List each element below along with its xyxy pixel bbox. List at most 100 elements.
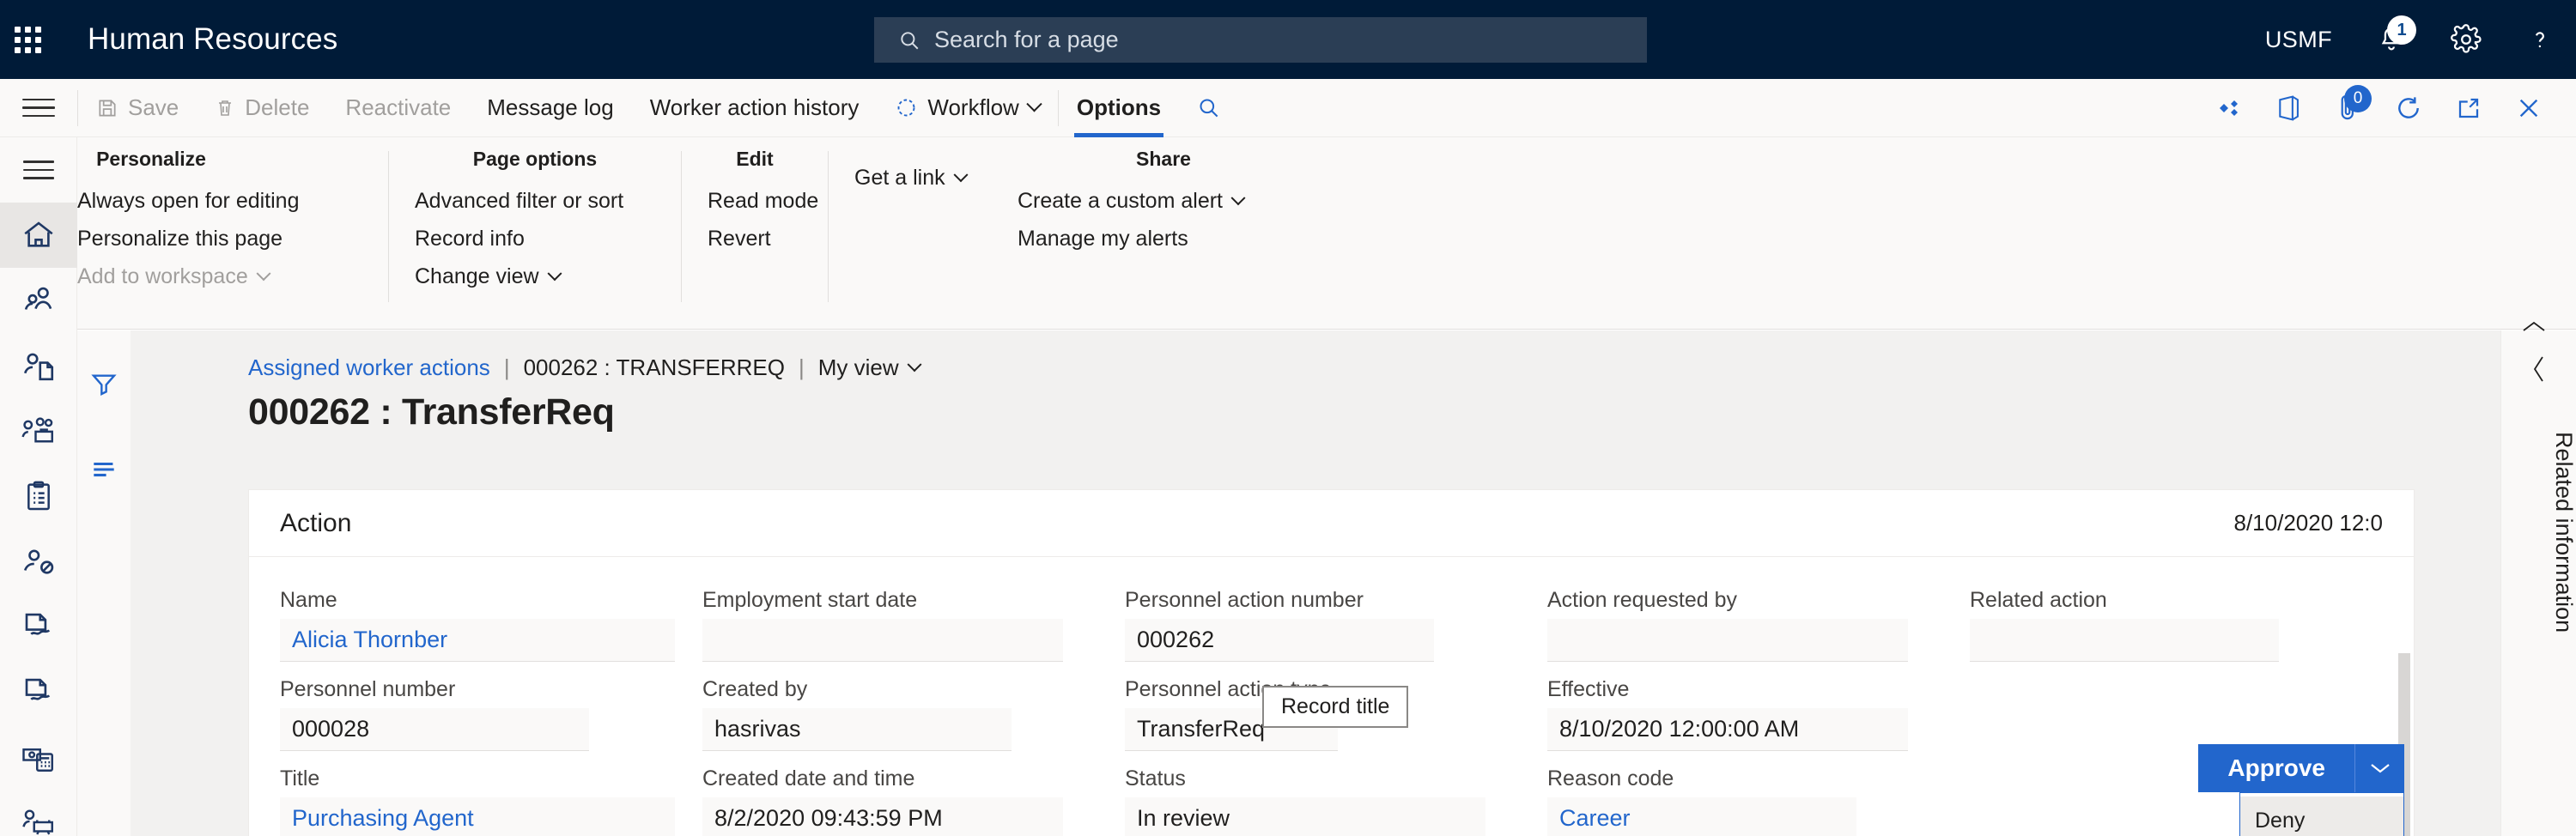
field-label: Personnel number [280, 677, 456, 701]
global-search-box[interactable]: Search for a page [874, 17, 1647, 63]
open-in-new-window-button[interactable] [2442, 82, 2495, 135]
workflow-menu-button[interactable]: Workflow [877, 79, 1057, 137]
help-button[interactable] [2504, 0, 2576, 79]
field-value-employment-start-date[interactable] [702, 619, 1063, 662]
person-blocked-icon [23, 549, 54, 574]
view-selector[interactable]: My view [817, 354, 922, 381]
attachments-button[interactable]: 0 [2322, 82, 2375, 135]
sidebar-item-benefits[interactable] [0, 594, 77, 659]
expand-related-information-button[interactable] [2501, 330, 2576, 408]
sidebar-item-teams[interactable] [0, 398, 77, 463]
view-selector-label: My view [817, 354, 899, 380]
sidebar-item-home[interactable] [0, 203, 77, 268]
hamburger-menu-icon [22, 93, 55, 124]
document-compensation-icon [25, 678, 51, 700]
command-bar: Save Delete Reactivate Message log Worke… [0, 79, 2576, 137]
add-to-workspace-item[interactable]: Add to workspace [77, 260, 271, 294]
field-value-personnel-number[interactable]: 000028 [280, 708, 589, 751]
field-value-effective[interactable]: 8/10/2020 12:00:00 AM [1547, 708, 1908, 751]
collapse-ribbon-button[interactable] [2521, 319, 2547, 339]
field-value-reason-code[interactable]: Career [1547, 797, 1856, 836]
company-selector[interactable]: USMF [2243, 0, 2354, 79]
personalize-this-page-item[interactable]: Personalize this page [77, 222, 283, 256]
filter-button[interactable] [77, 353, 131, 415]
settings-button[interactable] [2428, 0, 2504, 79]
reactivate-label: Reactivate [345, 94, 452, 120]
list-view-button[interactable] [77, 439, 131, 500]
sidebar-item-training[interactable] [0, 790, 77, 836]
field-value-title[interactable]: Purchasing Agent [280, 797, 675, 836]
save-label: Save [128, 94, 179, 120]
advanced-filter-or-sort-item[interactable]: Advanced filter or sort [415, 185, 681, 218]
approve-split-button: Approve [2198, 744, 2404, 792]
ribbon-group-items: Get a link [829, 161, 992, 195]
record-info-item[interactable]: Record info [415, 222, 681, 256]
close-button[interactable] [2502, 82, 2555, 135]
change-view-item[interactable]: Change view [415, 260, 681, 294]
action-card-header: Action 8/10/2020 12:0 [249, 490, 2414, 557]
message-log-button[interactable]: Message log [469, 79, 631, 137]
sidebar-item-tasks[interactable] [0, 463, 77, 529]
record-title-tooltip: Record title [1262, 686, 1409, 728]
chevron-up-icon [2523, 321, 2545, 331]
sidebar-item-compensation[interactable] [0, 659, 77, 724]
worker-action-history-button[interactable]: Worker action history [632, 79, 878, 137]
action-card-date: 8/10/2020 12:0 [2233, 510, 2384, 536]
page-content: Assigned worker actions | 000262 : TRANS… [77, 330, 2500, 836]
ribbon-item-label: Record info [415, 227, 525, 251]
sidebar-item-person-blocked[interactable] [0, 529, 77, 594]
breadcrumb: Assigned worker actions | 000262 : TRANS… [131, 330, 2500, 381]
field-value-related-action[interactable] [1970, 619, 2279, 662]
menu-item-deny[interactable]: Deny [2240, 797, 2403, 836]
ribbon-group-title: Personalize [96, 148, 206, 170]
delete-button[interactable]: Delete [197, 79, 327, 137]
field-value-personnel-action-number[interactable]: 000262 [1125, 619, 1434, 662]
nav-toggle-button[interactable] [0, 79, 77, 137]
chevron-left-icon [2533, 356, 2543, 382]
field-value-name[interactable]: Alicia Thornber [280, 619, 675, 662]
reactivate-button[interactable]: Reactivate [327, 79, 469, 137]
manage-my-alerts-item[interactable]: Manage my alerts [1018, 222, 1335, 256]
tab-options[interactable]: Options [1059, 79, 1179, 137]
field-value-action-requested-by[interactable] [1547, 619, 1908, 662]
sidebar-item-payroll[interactable] [0, 724, 77, 790]
ribbon-group-title: Edit [736, 148, 774, 170]
field-value-status[interactable]: In review [1125, 797, 1485, 836]
read-mode-item[interactable]: Read mode [708, 185, 828, 218]
sidebar-item-person-document[interactable] [0, 333, 77, 398]
get-a-link-item[interactable]: Get a link [854, 161, 992, 195]
approve-dropdown-toggle[interactable] [2354, 744, 2404, 792]
command-search-button[interactable] [1179, 79, 1238, 137]
gear-icon [2451, 24, 2482, 53]
ribbon-item-label: Revert [708, 227, 771, 251]
related-information-label[interactable]: Related information [2501, 432, 2576, 633]
company-label: USMF [2264, 26, 2332, 52]
ribbon-group-items: Create a custom alert Manage my alerts [992, 185, 1335, 256]
field-value-created-by[interactable]: hasrivas [702, 708, 1012, 751]
always-open-for-editing-item[interactable]: Always open for editing [77, 185, 299, 218]
chevron-down-icon [256, 265, 271, 281]
app-launcher-icon[interactable] [0, 0, 55, 79]
create-a-custom-alert-item[interactable]: Create a custom alert [1018, 185, 1335, 218]
sidebar-item-employees[interactable] [0, 268, 77, 333]
field-action-requested-by: Action requested by [1547, 588, 1970, 662]
field-status: Status In review [1125, 766, 1547, 836]
dynamics-diamond-icon[interactable] [2202, 82, 2255, 135]
approve-button[interactable]: Approve [2198, 744, 2354, 792]
office-apps-icon[interactable] [2262, 82, 2315, 135]
save-button[interactable]: Save [78, 79, 197, 137]
field-label: Name [280, 588, 337, 612]
revert-item[interactable]: Revert [708, 222, 828, 256]
sidebar-item-menu[interactable] [0, 137, 77, 203]
app-title: Human Resources [88, 22, 338, 56]
refresh-button[interactable] [2382, 82, 2435, 135]
field-employment-start-date: Employment start date [702, 588, 1125, 662]
notifications-button[interactable]: 1 [2354, 0, 2428, 79]
refresh-icon [2398, 96, 2419, 118]
breadcrumb-link-assigned-worker-actions[interactable]: Assigned worker actions [248, 354, 490, 381]
ribbon-group-share: Share Create a custom alert Manage my al… [992, 148, 1335, 306]
action-card-title: Action [280, 508, 352, 537]
workflow-icon [897, 99, 915, 117]
field-value-created-date-and-time[interactable]: 8/2/2020 09:43:59 PM [702, 797, 1063, 836]
filter-icon [91, 374, 117, 396]
